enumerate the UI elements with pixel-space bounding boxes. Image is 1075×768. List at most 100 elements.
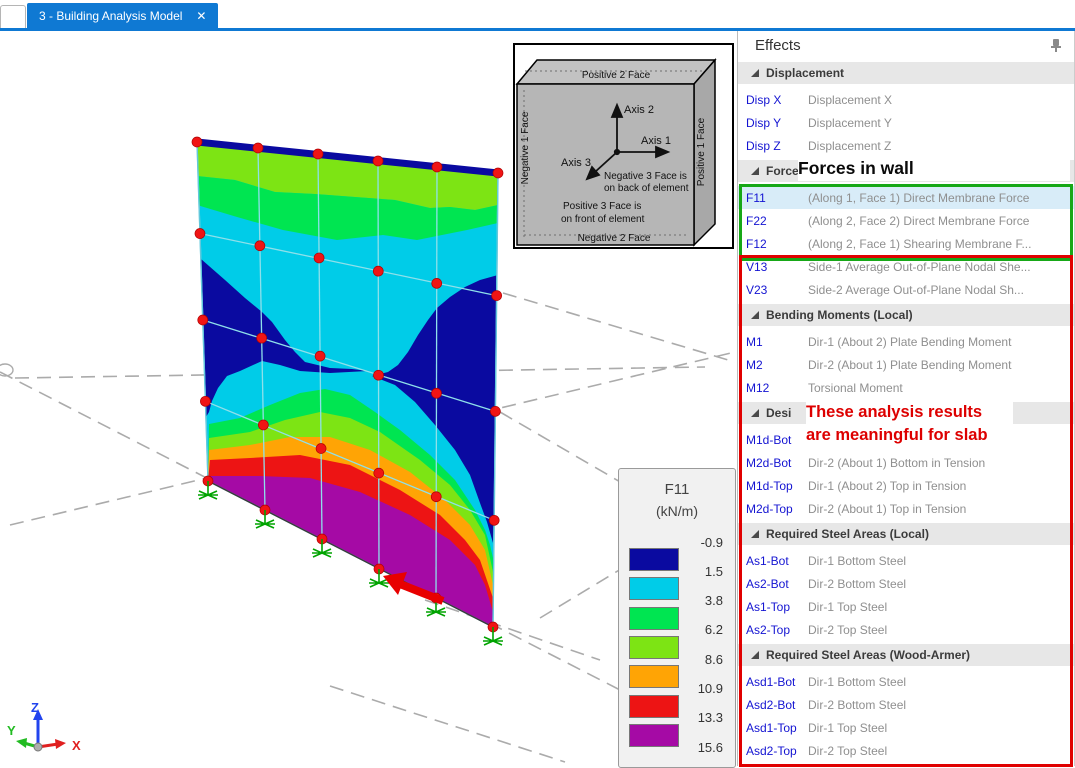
effect-description: Dir-2 (About 1) Top in Tension bbox=[808, 502, 966, 516]
inset-axis-2-label: Axis 2 bbox=[624, 104, 654, 116]
effect-description: Dir-2 Bottom Steel bbox=[808, 698, 906, 712]
effect-code: As2-Bot bbox=[746, 577, 808, 591]
effect-row-asd1-bot[interactable]: Asd1-BotDir-1 Bottom Steel bbox=[738, 670, 1074, 693]
effect-code: Asd2-Bot bbox=[746, 698, 808, 712]
effect-code: Asd2-Top bbox=[746, 744, 808, 758]
tab-partial[interactable] bbox=[0, 5, 26, 29]
legend-swatch bbox=[629, 665, 679, 688]
expand-triangle-icon bbox=[751, 69, 759, 77]
effect-row-m1[interactable]: M1Dir-1 (About 2) Plate Bending Moment bbox=[738, 330, 1074, 353]
effect-code: Disp Z bbox=[746, 139, 808, 153]
effect-code: As1-Bot bbox=[746, 554, 808, 568]
group-label: Displacement bbox=[766, 66, 844, 80]
legend-swatch bbox=[629, 607, 679, 630]
inset-negative-2-face: Negative 2 Face bbox=[578, 233, 651, 244]
effect-description: (Along 2, Face 2) Direct Membrane Force bbox=[808, 214, 1029, 228]
group-header[interactable]: Required Steel Areas (Wood-Armer) bbox=[738, 644, 1074, 666]
effect-row-asd2-bot[interactable]: Asd2-BotDir-2 Bottom Steel bbox=[738, 693, 1074, 716]
effect-description: (Along 2, Face 1) Shearing Membrane F... bbox=[808, 237, 1031, 251]
group-header[interactable]: Required Steel Areas (Local) bbox=[738, 523, 1074, 545]
effect-row-m2d-bot[interactable]: M2d-BotDir-2 (About 1) Bottom in Tension bbox=[738, 451, 1074, 474]
forces-annotation: Forces in wall bbox=[798, 155, 1070, 181]
inset-note-back-2: on back of element bbox=[604, 183, 689, 194]
expand-triangle-icon bbox=[751, 530, 759, 538]
inset-note-back-1: Negative 3 Face is bbox=[604, 171, 687, 182]
tab-title: 3 - Building Analysis Model bbox=[39, 9, 182, 23]
legend-swatch bbox=[629, 724, 679, 747]
expand-triangle-icon bbox=[751, 651, 759, 659]
effect-description: Dir-1 Bottom Steel bbox=[808, 554, 906, 568]
legend-value: 6.2 bbox=[679, 622, 723, 638]
effect-row-disp-y[interactable]: Disp YDisplacement Y bbox=[738, 111, 1074, 134]
effect-code: As1-Top bbox=[746, 600, 808, 614]
effect-row-m1d-top[interactable]: M1d-TopDir-1 (About 2) Top in Tension bbox=[738, 474, 1074, 497]
inset-note-front-1: Positive 3 Face is bbox=[563, 201, 641, 212]
effect-description: Displacement Y bbox=[808, 116, 892, 130]
effect-description: Dir-1 Bottom Steel bbox=[808, 675, 906, 689]
effect-row-as2-bot[interactable]: As2-BotDir-2 Bottom Steel bbox=[738, 572, 1074, 595]
effect-code: M2 bbox=[746, 358, 808, 372]
pin-icon[interactable] bbox=[1050, 38, 1062, 52]
effect-row-v13[interactable]: V13Side-1 Average Out-of-Plane Nodal She… bbox=[738, 255, 1074, 278]
effect-code: M12 bbox=[746, 381, 808, 395]
app-window: { "tab": { "title": "3 - Building Analys… bbox=[0, 0, 1075, 766]
effects-panel-title: Effects bbox=[755, 37, 801, 54]
group-label: Desi bbox=[766, 406, 791, 420]
inset-positive-2-face: Positive 2 Face bbox=[582, 70, 651, 81]
expand-triangle-icon bbox=[751, 167, 759, 175]
inset-negative-1-face: Negative 1 Face bbox=[520, 111, 531, 184]
effect-row-disp-z[interactable]: Disp ZDisplacement Z bbox=[738, 134, 1074, 157]
effect-code: M1d-Bot bbox=[746, 433, 808, 447]
legend-value: 8.6 bbox=[679, 652, 723, 668]
inset-axis-1-label: Axis 1 bbox=[641, 135, 671, 147]
triad-x-label: X bbox=[72, 738, 81, 753]
effect-row-as1-top[interactable]: As1-TopDir-1 Top Steel bbox=[738, 595, 1074, 618]
effect-description: Dir-1 (About 2) Top in Tension bbox=[808, 479, 966, 493]
effect-description: Displacement Z bbox=[808, 139, 891, 153]
slab-annotation: These analysis results are meaningful fo… bbox=[806, 401, 1013, 447]
expand-triangle-icon bbox=[751, 409, 759, 417]
effect-row-m2[interactable]: M2Dir-2 (About 1) Plate Bending Moment bbox=[738, 353, 1074, 376]
effect-description: Dir-1 (About 2) Plate Bending Moment bbox=[808, 335, 1011, 349]
group-header[interactable]: Bending Moments (Local) bbox=[738, 304, 1074, 326]
tab-building-analysis-model[interactable]: 3 - Building Analysis Model ✕ bbox=[27, 3, 218, 28]
effect-description: (Along 1, Face 1) Direct Membrane Force bbox=[808, 191, 1029, 205]
effect-code: F11 bbox=[746, 191, 808, 205]
inset-axis-3-label: Axis 3 bbox=[561, 157, 591, 169]
effect-code: V23 bbox=[746, 283, 808, 297]
effect-description: Dir-2 (About 1) Plate Bending Moment bbox=[808, 358, 1011, 372]
triad-y-label: Y bbox=[7, 723, 16, 738]
effect-row-as2-top[interactable]: As2-TopDir-2 Top Steel bbox=[738, 618, 1074, 641]
effect-row-disp-x[interactable]: Disp XDisplacement X bbox=[738, 88, 1074, 111]
expand-triangle-icon bbox=[751, 311, 759, 319]
effect-code: Disp X bbox=[746, 93, 808, 107]
tab-close-icon[interactable]: ✕ bbox=[196, 9, 206, 23]
effect-description: Displacement X bbox=[808, 93, 892, 107]
legend-value: -0.9 bbox=[679, 535, 723, 551]
effect-description: Torsional Moment bbox=[808, 381, 903, 395]
legend-value: 10.9 bbox=[679, 681, 723, 697]
legend-units: (kN/m) bbox=[619, 503, 735, 519]
effect-row-f22[interactable]: F22(Along 2, Face 2) Direct Membrane For… bbox=[738, 209, 1074, 232]
group-header[interactable]: Displacement bbox=[738, 62, 1074, 84]
effect-row-asd2-top[interactable]: Asd2-TopDir-2 Top Steel bbox=[738, 739, 1074, 762]
effect-code: F12 bbox=[746, 237, 808, 251]
effects-panel: Effects Displacement Disp XDisplacement X… bbox=[737, 31, 1075, 766]
effect-code: As2-Top bbox=[746, 623, 808, 637]
effect-row-f12[interactable]: F12(Along 2, Face 1) Shearing Membrane F… bbox=[738, 232, 1074, 255]
triad-z-label: Z bbox=[31, 700, 39, 715]
effect-row-v23[interactable]: V23Side-2 Average Out-of-Plane Nodal Sh.… bbox=[738, 278, 1074, 301]
axis-triad: Z X Y bbox=[7, 700, 81, 753]
effect-row-m12[interactable]: M12Torsional Moment bbox=[738, 376, 1074, 399]
effect-row-f11[interactable]: F11(Along 1, Face 1) Direct Membrane For… bbox=[738, 186, 1074, 209]
group-label: Required Steel Areas (Wood-Armer) bbox=[766, 648, 970, 662]
effect-row-m2d-top[interactable]: M2d-TopDir-2 (About 1) Top in Tension bbox=[738, 497, 1074, 520]
group-label: Required Steel Areas (Local) bbox=[766, 527, 929, 541]
effect-row-asd1-top[interactable]: Asd1-TopDir-1 Top Steel bbox=[738, 716, 1074, 739]
inset-note-front-2: on front of element bbox=[561, 214, 645, 225]
effect-row-as1-bot[interactable]: As1-BotDir-1 Bottom Steel bbox=[738, 549, 1074, 572]
legend-value: 3.8 bbox=[679, 593, 723, 609]
legend-value: 13.3 bbox=[679, 710, 723, 726]
legend-swatch bbox=[629, 636, 679, 659]
group-label: Bending Moments (Local) bbox=[766, 308, 913, 322]
